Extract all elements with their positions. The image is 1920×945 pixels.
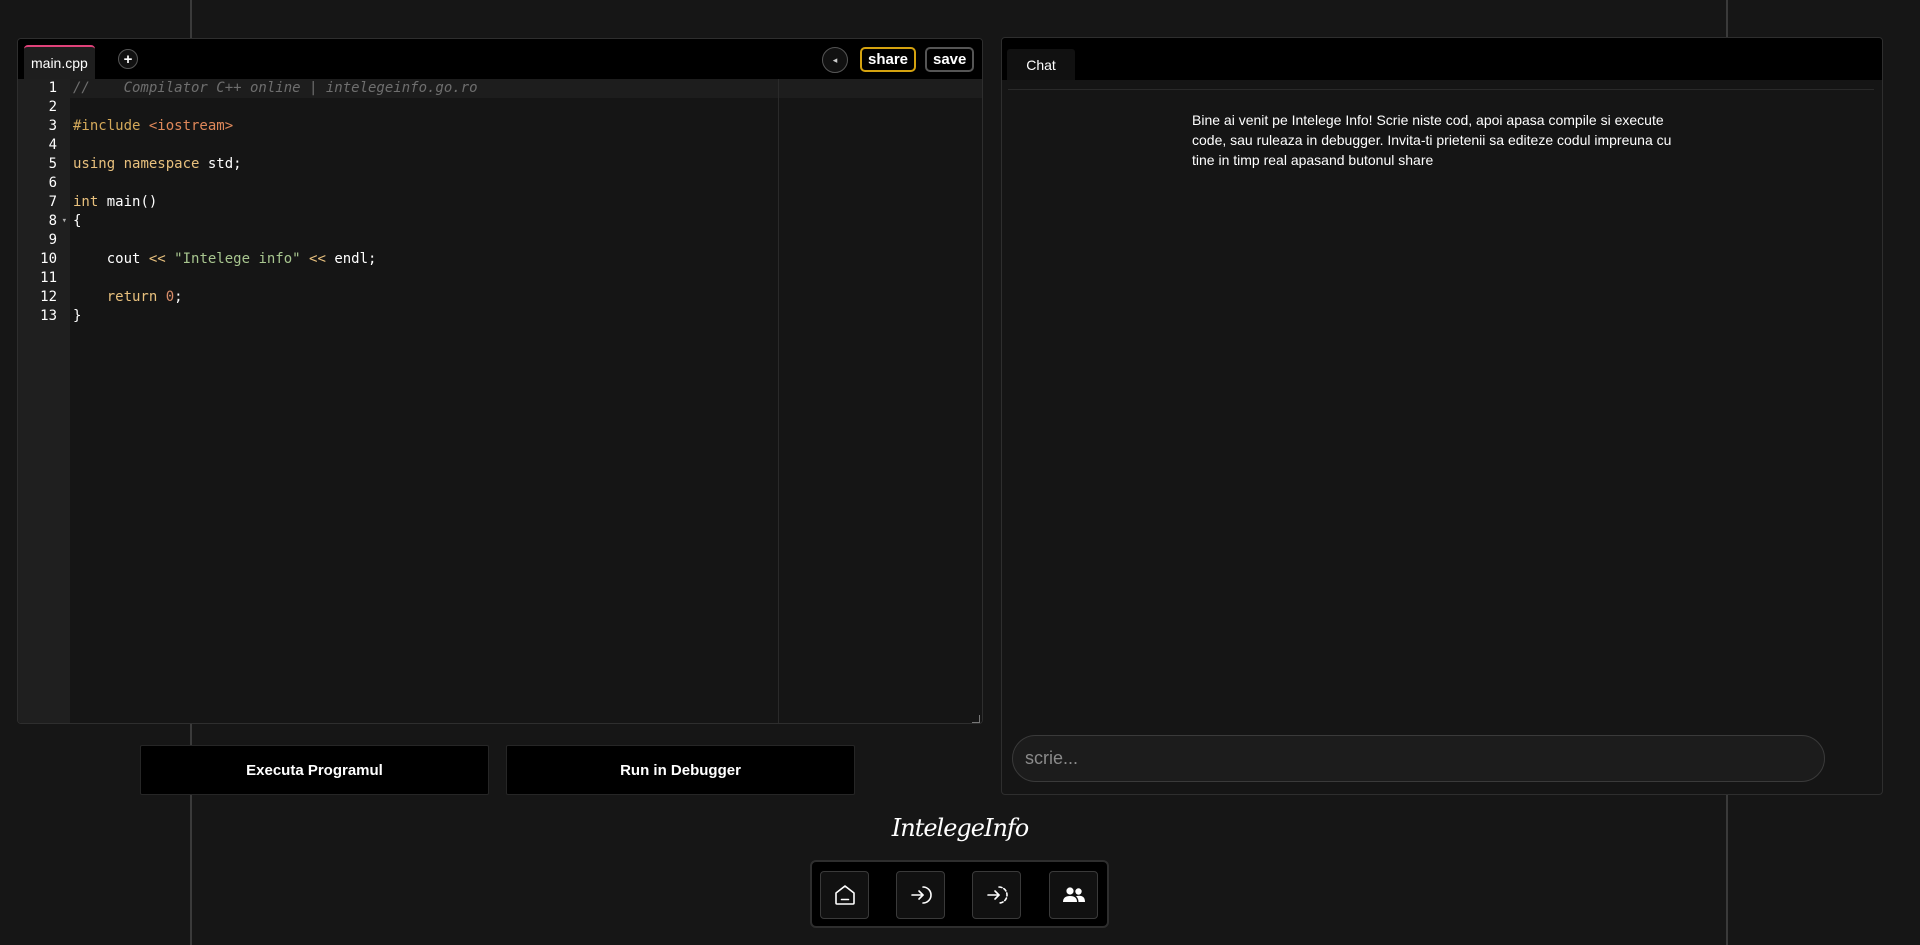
code-line: { bbox=[73, 213, 82, 229]
line-number: 7 bbox=[48, 194, 57, 210]
fold-arrow-icon[interactable]: ▾ bbox=[62, 212, 67, 231]
bottom-nav-bar bbox=[810, 860, 1109, 928]
chat-message-input[interactable] bbox=[1012, 735, 1825, 782]
code-line: cout << "Intelege info" << endl; bbox=[73, 251, 377, 267]
code-line: // Compilator C++ online | intelegeinfo.… bbox=[73, 80, 478, 96]
line-number: 1 bbox=[48, 80, 57, 96]
line-number: 6 bbox=[48, 175, 57, 191]
login-icon bbox=[910, 886, 932, 904]
execute-program-label: Executa Programul bbox=[246, 761, 383, 779]
nav-register-button[interactable] bbox=[972, 871, 1021, 919]
tab-chat[interactable]: Chat bbox=[1007, 49, 1075, 80]
brand-logo: IntelegeInfo bbox=[891, 814, 1030, 842]
save-button[interactable]: save bbox=[925, 47, 975, 72]
editor-toolbar: main.cpp + ◂ share save bbox=[18, 39, 982, 79]
chat-panel: Chat Bine ai venit pe Intelege Info! Scr… bbox=[1001, 37, 1883, 795]
collapse-panel-button[interactable]: ◂ bbox=[822, 47, 848, 73]
chat-header: Chat bbox=[1002, 38, 1882, 80]
register-icon bbox=[986, 886, 1008, 904]
share-button-label: share bbox=[868, 51, 909, 68]
line-number: 11 bbox=[40, 270, 57, 286]
nav-users-button[interactable] bbox=[1049, 871, 1098, 919]
code-text[interactable]: // Compilator C++ online | intelegeinfo.… bbox=[73, 79, 478, 326]
chat-welcome-message: Bine ai venit pe Intelege Info! Scrie ni… bbox=[1192, 112, 1672, 168]
code-editor[interactable]: 1 2 3 4 5 6 7 8 ▾ 9 10 11 12 13 // Compi… bbox=[18, 79, 982, 723]
line-number: 10 bbox=[40, 251, 57, 267]
execute-program-button[interactable]: Executa Programul bbox=[140, 745, 489, 795]
code-line: return 0; bbox=[106, 289, 183, 305]
code-line: int main() bbox=[73, 194, 158, 210]
plus-icon: + bbox=[123, 50, 133, 68]
chat-divider bbox=[1008, 89, 1874, 90]
code-line: } bbox=[73, 308, 82, 324]
save-button-label: save bbox=[933, 51, 967, 68]
run-in-debugger-label: Run in Debugger bbox=[620, 761, 741, 779]
resize-handle[interactable] bbox=[972, 715, 980, 723]
print-margin bbox=[778, 79, 779, 723]
line-number-gutter: 1 2 3 4 5 6 7 8 ▾ 9 10 11 12 13 bbox=[18, 79, 70, 723]
line-number: 2 bbox=[48, 99, 57, 115]
line-number: 5 bbox=[48, 156, 57, 172]
nav-home-button[interactable] bbox=[820, 871, 869, 919]
home-icon bbox=[834, 885, 855, 905]
line-number: 12 bbox=[40, 289, 57, 305]
code-editor-panel: main.cpp + ◂ share save 1 2 3 4 5 6 7 8 … bbox=[17, 38, 983, 724]
nav-login-button[interactable] bbox=[896, 871, 945, 919]
line-number: 3 bbox=[48, 118, 57, 134]
line-number: 9 bbox=[48, 232, 57, 248]
tab-chat-label: Chat bbox=[1026, 56, 1056, 73]
page: main.cpp + ◂ share save 1 2 3 4 5 6 7 8 … bbox=[0, 0, 1920, 945]
add-file-button[interactable]: + bbox=[118, 49, 138, 69]
line-number: 13 bbox=[40, 308, 57, 324]
file-tab-main-cpp[interactable]: main.cpp bbox=[24, 45, 95, 79]
code-line: #include <iostream> bbox=[73, 118, 234, 134]
code-line: using namespace std; bbox=[73, 156, 242, 172]
share-button[interactable]: share bbox=[860, 47, 917, 72]
file-tab-label: main.cpp bbox=[31, 55, 88, 71]
caret-left-icon: ◂ bbox=[832, 54, 838, 65]
line-number-foldable: 8 ▾ bbox=[18, 212, 70, 231]
line-number-label: 8 bbox=[48, 213, 57, 229]
line-number: 4 bbox=[48, 137, 57, 153]
run-in-debugger-button[interactable]: Run in Debugger bbox=[506, 745, 855, 795]
line-numbers: 1 2 3 4 5 6 7 8 ▾ 9 10 11 12 13 bbox=[18, 79, 70, 326]
users-icon bbox=[1062, 887, 1085, 902]
